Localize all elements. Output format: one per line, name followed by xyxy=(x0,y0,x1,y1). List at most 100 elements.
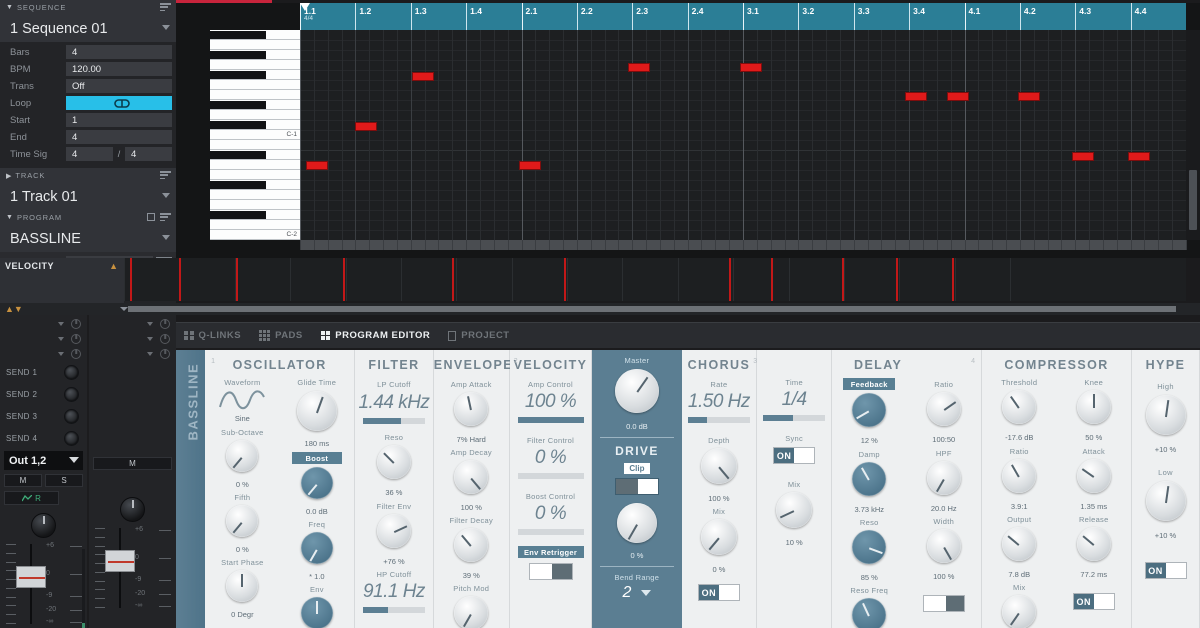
scrollbar-thumb[interactable] xyxy=(1189,170,1197,230)
fader-handle[interactable] xyxy=(105,550,135,572)
compressor-on-toggle[interactable]: ON xyxy=(1072,593,1115,610)
envretrigger-toggle[interactable] xyxy=(528,563,573,580)
chevron-down-icon[interactable] xyxy=(58,336,64,341)
piano-key-white[interactable] xyxy=(210,110,300,120)
filterdecay-knob[interactable] xyxy=(454,528,489,562)
solo-button[interactable]: S xyxy=(45,474,83,487)
velocity-bar[interactable] xyxy=(729,258,731,301)
boostcontrol-slider[interactable] xyxy=(517,529,584,535)
row-loop[interactable]: Loop xyxy=(4,96,172,110)
midi-note[interactable] xyxy=(1128,152,1150,161)
width-knob[interactable] xyxy=(926,529,961,563)
time-sig-denominator[interactable]: 4 xyxy=(125,147,172,161)
send-knob[interactable] xyxy=(64,408,79,424)
end-value[interactable]: 4 xyxy=(66,130,172,144)
hype-on-toggle[interactable]: ON xyxy=(1144,562,1187,579)
attack-knob[interactable] xyxy=(1076,459,1111,493)
output-knob[interactable] xyxy=(1002,527,1037,561)
piano-key-white[interactable] xyxy=(210,90,300,100)
velocity-bar[interactable] xyxy=(952,258,954,301)
trans-value[interactable]: Off xyxy=(66,79,172,93)
automation-read-button[interactable]: R xyxy=(4,491,59,505)
power-icon[interactable] xyxy=(160,333,170,344)
reso-knob[interactable] xyxy=(376,445,411,479)
sync-toggle[interactable]: ON xyxy=(773,447,816,464)
midi-note[interactable] xyxy=(628,63,650,72)
ampcontrol-slider[interactable] xyxy=(517,417,584,423)
midi-note[interactable] xyxy=(306,161,328,170)
tab-pads[interactable]: PADS xyxy=(259,330,303,341)
velocity-bar[interactable] xyxy=(564,258,566,301)
ampattack-knob[interactable] xyxy=(454,392,489,426)
filtercontrol-slider[interactable] xyxy=(517,473,584,479)
chevron-down-icon[interactable] xyxy=(147,351,153,356)
chevron-down-icon[interactable] xyxy=(120,307,128,311)
chevron-down-icon[interactable] xyxy=(147,321,153,326)
threshold-knob[interactable] xyxy=(1002,390,1037,424)
row-bpm[interactable]: BPM 120.00 xyxy=(4,62,172,76)
comp-ratio-knob[interactable] xyxy=(1002,459,1037,493)
piano-keyboard[interactable]: C-1 C-2 xyxy=(210,30,300,240)
automation-shape-icon[interactable]: ▲▼ xyxy=(5,304,23,314)
output-select[interactable]: Out 1,2 xyxy=(4,451,83,470)
delay-on-toggle[interactable] xyxy=(922,595,965,612)
note-grid[interactable] xyxy=(300,30,1186,240)
piano-key-white[interactable] xyxy=(210,190,300,200)
insert-slot-2[interactable] xyxy=(89,316,176,331)
program-header-icons[interactable] xyxy=(147,213,171,221)
send-knob[interactable] xyxy=(64,364,79,380)
lpcutoff-slider[interactable] xyxy=(362,418,425,424)
row-trans[interactable]: Trans Off xyxy=(4,79,172,93)
midi-note[interactable] xyxy=(519,161,541,170)
piano-key-black[interactable] xyxy=(210,211,266,219)
chorus-depth-knob[interactable] xyxy=(700,448,737,484)
env-knob[interactable] xyxy=(300,597,333,628)
piano-key-black[interactable] xyxy=(210,51,266,59)
velocity-bar[interactable] xyxy=(236,258,238,301)
sequence-title-bar[interactable]: 1 Sequence 01 xyxy=(0,15,176,42)
master-knob[interactable] xyxy=(614,369,659,413)
sequence-header-icons[interactable] xyxy=(160,3,171,11)
sine-wave-icon[interactable] xyxy=(218,387,266,413)
piano-key-white[interactable] xyxy=(210,40,300,50)
midi-note[interactable] xyxy=(1072,152,1094,161)
piano-key-black[interactable] xyxy=(210,151,266,159)
delay-mix-knob[interactable] xyxy=(776,492,813,528)
insert-slot-4[interactable] xyxy=(89,346,176,361)
velocity-bar[interactable] xyxy=(130,258,132,301)
comp-mix-knob[interactable] xyxy=(1002,595,1037,628)
drive-knob[interactable] xyxy=(616,503,657,543)
chevron-down-icon[interactable] xyxy=(162,193,170,198)
track-header-icons[interactable] xyxy=(160,171,171,179)
feedback-label-button[interactable]: Feedback xyxy=(843,378,896,390)
program-title-bar[interactable]: BASSLINE xyxy=(0,225,176,252)
bars-value[interactable]: 4 xyxy=(66,45,172,59)
chorus-on-toggle[interactable]: ON xyxy=(697,584,740,601)
hype-low-knob[interactable] xyxy=(1145,481,1186,521)
bendrange-select[interactable]: 2 xyxy=(592,584,681,602)
start-value[interactable]: 1 xyxy=(66,113,172,127)
send-row-1[interactable]: SEND 1 xyxy=(0,361,87,383)
ampdecay-knob[interactable] xyxy=(454,460,489,494)
time-sig-numerator[interactable]: 4 xyxy=(66,147,113,161)
midi-note[interactable] xyxy=(355,122,377,131)
boost-knob[interactable] xyxy=(300,467,333,499)
midi-note[interactable] xyxy=(412,72,434,81)
velocity-bar[interactable] xyxy=(452,258,454,301)
chevron-down-icon[interactable] xyxy=(162,25,170,30)
chevron-down-icon[interactable] xyxy=(58,351,64,356)
envelope-shape-icon[interactable]: ▲ xyxy=(109,261,118,271)
chorus-mix-knob[interactable] xyxy=(700,519,737,555)
boost-label-button[interactable]: Boost xyxy=(291,452,342,464)
feedback-knob[interactable] xyxy=(852,393,887,427)
piano-key-white[interactable] xyxy=(210,170,300,180)
tab-project[interactable]: PROJECT xyxy=(448,330,509,341)
track-section-header[interactable]: ▶ TRACK xyxy=(0,168,176,183)
midi-note[interactable] xyxy=(947,92,969,101)
send-knob[interactable] xyxy=(64,430,79,446)
hype-high-knob[interactable] xyxy=(1145,395,1186,435)
clip-label[interactable]: Clip xyxy=(623,463,650,474)
vertical-scrollbar[interactable] xyxy=(1186,30,1200,240)
release-knob[interactable] xyxy=(1076,527,1111,561)
piano-key-white[interactable] xyxy=(210,200,300,210)
